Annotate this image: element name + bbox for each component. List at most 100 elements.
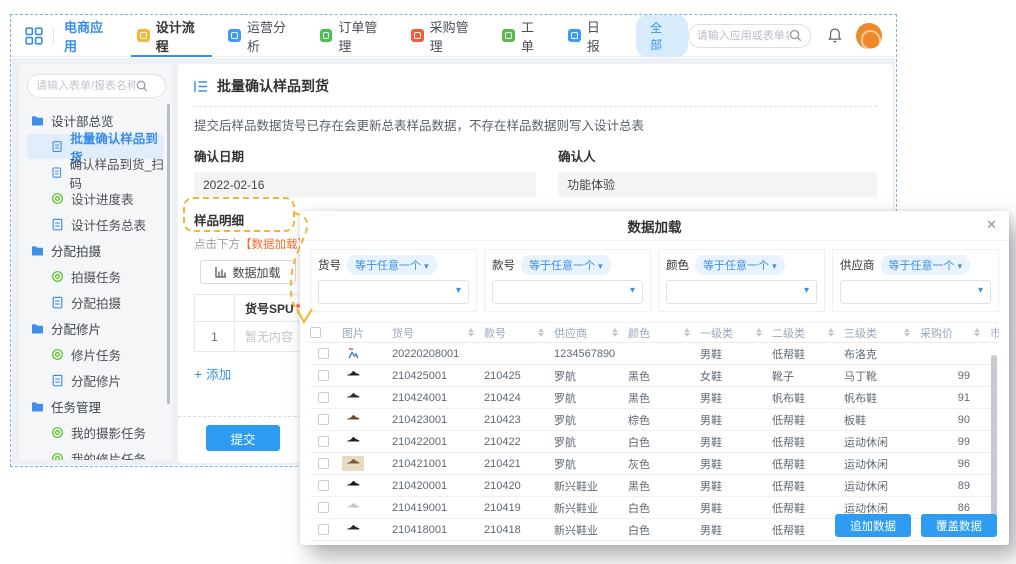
sidebar-search-box[interactable]	[27, 74, 166, 98]
filter-value-select[interactable]: ▾	[492, 280, 643, 304]
product-image-cell	[336, 478, 386, 493]
product-image-cell	[336, 456, 386, 471]
sort-icon[interactable]	[538, 328, 544, 337]
confirm-person-value[interactable]: 功能体验	[558, 172, 877, 197]
sidebar-group-任务管理[interactable]: 任务管理	[27, 394, 166, 419]
sidebar-group-分配修片[interactable]: 分配修片	[27, 316, 166, 341]
append-data-button[interactable]: 追加数据	[835, 514, 911, 537]
doc-icon	[51, 166, 62, 179]
sort-icon[interactable]	[756, 328, 762, 337]
table-row[interactable]: 210420001210420新兴鞋业黑色男鞋低帮鞋运动休闲89	[310, 475, 999, 497]
table-scrollbar[interactable]	[991, 355, 997, 527]
sidebar-item-我的摄影任务[interactable]: 我的摄影任务	[27, 420, 164, 445]
table-row[interactable]: 210424001210424罗航黑色男鞋帆布鞋帆布鞋91	[310, 387, 999, 409]
filter-value-select[interactable]: ▾	[318, 280, 469, 304]
overwrite-data-button[interactable]: 覆盖数据	[921, 514, 997, 537]
plus-icon: +	[194, 366, 202, 382]
tab-采购管理[interactable]: 采购管理	[411, 15, 480, 57]
tab-运营分析[interactable]: 运营分析	[228, 15, 297, 57]
row-checkbox[interactable]	[318, 392, 329, 403]
sidebar-scrollbar[interactable]	[167, 104, 170, 404]
add-row-link[interactable]: +添加	[194, 364, 231, 383]
row-checkbox[interactable]	[318, 436, 329, 447]
sidebar-item-确认样品到货_扫码[interactable]: 确认样品到货_扫码	[27, 160, 164, 185]
sidebar-item-设计任务总表[interactable]: 设计任务总表	[27, 212, 164, 237]
sidebar-item-拍摄任务[interactable]: 拍摄任务	[27, 264, 164, 289]
row-checkbox[interactable]	[318, 348, 329, 359]
row-checkbox[interactable]	[318, 414, 329, 425]
style-no-cell: 210424	[478, 392, 548, 404]
chevron-down-icon: ▾	[772, 261, 777, 271]
app-search-box[interactable]	[688, 24, 811, 48]
apps-grid-icon[interactable]	[25, 27, 43, 45]
all-apps-pill[interactable]: 全部	[636, 15, 688, 57]
doc-icon	[51, 218, 64, 231]
column-header-货号: 货号	[386, 325, 478, 341]
sidebar-item-label: 设计任务总表	[71, 215, 146, 234]
sidebar-item-修片任务[interactable]: 修片任务	[27, 342, 164, 367]
style-no-cell: 210418	[478, 524, 548, 536]
日报-app-icon	[568, 29, 581, 42]
table-row[interactable]: 210422001210422罗航白色男鞋低帮鞋运动休闲99	[310, 431, 999, 453]
采购管理-app-icon	[411, 29, 424, 42]
app-search-input[interactable]	[697, 30, 789, 42]
collapse-menu-icon[interactable]	[194, 80, 208, 93]
column-header-市场价: 市场价	[984, 325, 999, 341]
notification-bell-icon[interactable]	[827, 27, 843, 44]
filter-operator-dropdown[interactable]: 等于任意一个 ▾	[881, 255, 971, 275]
table-row[interactable]: 210421001210421罗航灰色男鞋低帮鞋运动休闲96	[310, 453, 999, 475]
shoe-icon	[347, 435, 360, 448]
shoe-icon	[347, 413, 360, 426]
goods-no-cell: 210422001	[386, 436, 478, 448]
table-row[interactable]: 210423001210423罗航棕色男鞋低帮鞋板鞋90	[310, 409, 999, 431]
user-avatar[interactable]	[856, 23, 882, 49]
table-row[interactable]: 202202080011234567890男鞋低帮鞋布洛克	[310, 343, 999, 365]
folder-icon	[31, 244, 44, 257]
close-icon[interactable]: ✕	[986, 217, 997, 233]
sort-icon[interactable]	[612, 328, 618, 337]
column-label: 图片	[342, 325, 364, 341]
工单-app-icon	[502, 29, 515, 42]
column-header-三级类: 三级类	[838, 325, 914, 341]
row-checkbox[interactable]	[318, 502, 329, 513]
filter-operator-dropdown[interactable]: 等于任意一个 ▾	[347, 255, 437, 275]
tab-设计流程[interactable]: 设计流程	[137, 15, 206, 57]
sidebar-item-分配修片[interactable]: 分配修片	[27, 368, 164, 393]
row-checkbox-cell	[310, 392, 336, 403]
row-checkbox[interactable]	[318, 524, 329, 535]
sort-icon[interactable]	[684, 328, 690, 337]
filter-operator-dropdown[interactable]: 等于任意一个 ▾	[521, 255, 611, 275]
group-label: 分配拍摄	[51, 241, 101, 260]
filter-value-select[interactable]: ▾	[840, 280, 991, 304]
confirm-date-value[interactable]: 2022-02-16	[194, 172, 536, 197]
shoe-image	[342, 478, 364, 493]
filter-value-select[interactable]: ▾	[666, 280, 817, 304]
data-load-button[interactable]: 数据加载	[200, 260, 296, 284]
row-checkbox[interactable]	[318, 458, 329, 469]
filter-field-label: 颜色	[666, 257, 689, 273]
sidebar-item-label: 设计进度表	[71, 189, 134, 208]
tab-订单管理[interactable]: 订单管理	[320, 15, 389, 57]
tab-日报[interactable]: 日报	[568, 15, 612, 57]
sidebar-item-分配拍摄[interactable]: 分配拍摄	[27, 290, 164, 315]
cat1-cell: 男鞋	[694, 522, 766, 538]
select-all-checkbox[interactable]	[310, 327, 321, 338]
filter-field-label: 供应商	[840, 257, 875, 273]
sidebar-item-我的修片任务[interactable]: 我的修片任务	[27, 446, 164, 460]
row-checkbox[interactable]	[318, 480, 329, 491]
sort-icon[interactable]	[904, 328, 910, 337]
filter-operator-dropdown[interactable]: 等于任意一个 ▾	[695, 255, 785, 275]
page-title: 批量确认样品到货	[217, 76, 329, 96]
row-checkbox[interactable]	[318, 370, 329, 381]
product-image-cell	[336, 434, 386, 449]
sidebar-group-分配拍摄[interactable]: 分配拍摄	[27, 238, 166, 263]
submit-button[interactable]: 提交	[206, 425, 280, 451]
sort-icon[interactable]	[468, 328, 474, 337]
sidebar-search-input[interactable]	[36, 80, 136, 92]
table-row[interactable]: 210425001210425罗航黑色女鞋靴子马丁靴99	[310, 365, 999, 387]
product-image-cell	[336, 412, 386, 427]
tab-工单[interactable]: 工单	[502, 15, 546, 57]
brand-app-name[interactable]: 电商应用	[64, 17, 115, 55]
sort-icon[interactable]	[828, 328, 834, 337]
sort-icon[interactable]	[974, 328, 980, 337]
